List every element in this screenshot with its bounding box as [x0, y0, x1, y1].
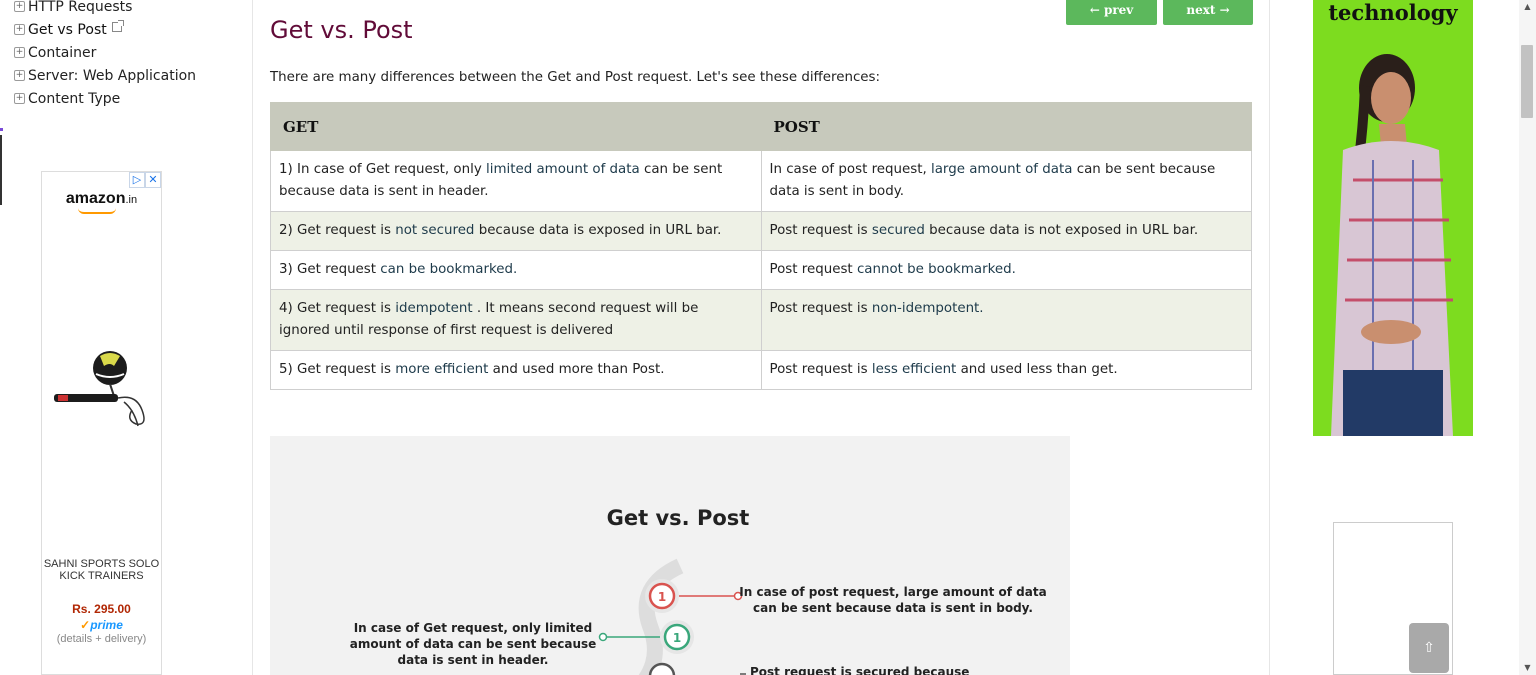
sidebar-marker	[0, 128, 3, 131]
page: + HTTP Requests + Get vs Post + Containe…	[0, 0, 1536, 675]
cell-highlight: secured	[871, 223, 925, 238]
sidebar-item-label: Server: Web Application	[28, 67, 197, 84]
sidebar-edge-bar	[0, 135, 2, 205]
ad-delivery[interactable]: (details + delivery)	[42, 633, 161, 645]
post-cell: Post request cannot be bookmarked.	[760, 250, 1252, 290]
product-image[interactable]	[52, 348, 154, 432]
infographic-get-text-1: In case of Get request, only limited amo…	[349, 621, 597, 667]
prime-badge: ✓prime	[42, 618, 161, 632]
expand-icon: +	[14, 24, 25, 35]
cell-text: 5) Get request is	[279, 362, 396, 377]
header-get: GET	[270, 102, 762, 151]
cell-highlight: can be bookmarked.	[380, 262, 518, 277]
scroll-thumb[interactable]	[1521, 45, 1533, 118]
get-cell: 5) Get request is more efficient and use…	[270, 350, 762, 390]
external-link-icon	[111, 19, 124, 32]
main-divider	[1269, 0, 1270, 675]
cell-text: because data is exposed in URL bar.	[474, 223, 722, 238]
cell-text: Post request is	[769, 223, 872, 238]
cell-highlight: more efficient	[395, 362, 489, 377]
expand-icon: +	[14, 93, 25, 104]
sidebar-item-label: Content Type	[28, 90, 121, 107]
cell-text: and used more than Post.	[488, 362, 665, 377]
cell-highlight: idempotent	[395, 301, 473, 316]
post-cell: Post request is less efficient and used …	[760, 350, 1252, 390]
sidebar-item-http-requests[interactable]: + HTTP Requests	[14, 0, 196, 18]
page-title: Get vs. Post	[270, 16, 413, 44]
cell-highlight: limited amount of data	[486, 162, 640, 177]
amazon-logo: amazon.in	[42, 190, 161, 208]
cell-highlight: less efficient	[871, 362, 957, 377]
expand-icon: +	[14, 47, 25, 58]
close-icon[interactable]: ✕	[145, 172, 161, 188]
post-cell: Post request is secured because data is …	[760, 211, 1252, 251]
cell-text: and used less than get.	[956, 362, 1118, 377]
sidebar-item-content-type[interactable]: + Content Type	[14, 87, 196, 110]
prev-button[interactable]: ← prev	[1066, 0, 1157, 25]
table-row: 4) Get request is idempotent . It means …	[270, 289, 1252, 351]
amazon-logo-text: amazon	[65, 190, 126, 207]
step-1-get: 1	[673, 631, 681, 645]
cell-highlight: not secured	[395, 223, 475, 238]
expand-icon: +	[14, 1, 25, 12]
sidebar-nav: + HTTP Requests + Get vs Post + Containe…	[14, 0, 196, 110]
cell-text: Post request is	[769, 301, 872, 316]
amazon-ad[interactable]: ▷ ✕ amazon.in SAHNI SPORTS SOLO KICK TRA…	[41, 171, 162, 675]
get-cell: 2) Get request is not secured because da…	[270, 211, 762, 251]
cell-highlight: non-idempotent.	[871, 301, 984, 316]
vertical-scrollbar[interactable]: ▲ ▼	[1519, 0, 1536, 675]
cell-text: 1) In case of Get request, only	[279, 162, 487, 177]
step-1-post: 1	[658, 590, 666, 604]
ad-price: Rs. 295.00	[72, 602, 131, 616]
cell-text: 3) Get request	[279, 262, 381, 277]
scroll-down-arrow-icon[interactable]: ▼	[1519, 661, 1536, 675]
scroll-up-arrow-icon[interactable]: ▲	[1519, 0, 1536, 14]
adchoices-icon[interactable]: ▷	[129, 172, 145, 188]
technology-ad[interactable]: technology	[1313, 0, 1473, 436]
intro-text: There are many differences between the G…	[270, 70, 881, 85]
post-cell: In case of post request, large amount of…	[760, 150, 1252, 212]
back-to-top-button[interactable]: ⇧	[1409, 623, 1449, 673]
sidebar-item-container[interactable]: + Container	[14, 41, 196, 64]
ad-controls: ▷ ✕	[129, 172, 161, 188]
expand-icon: +	[14, 70, 25, 81]
comparison-table: GET POST 1) In case of Get request, only…	[270, 102, 1252, 390]
header-post: POST	[760, 102, 1252, 151]
table-row: 5) Get request is more efficient and use…	[270, 350, 1252, 390]
amazon-smile-icon	[78, 208, 116, 214]
infographic-post-text-2: Post request is secured because	[750, 665, 970, 675]
cell-text: Post request	[769, 262, 857, 277]
sidebar-item-get-vs-post[interactable]: + Get vs Post	[14, 18, 196, 41]
next-button[interactable]: next →	[1163, 0, 1253, 25]
get-cell: 1) In case of Get request, only limited …	[270, 150, 762, 212]
post-cell: Post request is non-idempotent.	[760, 289, 1252, 351]
cell-text: Post request is	[769, 362, 872, 377]
sidebar-item-label: HTTP Requests	[28, 0, 133, 15]
cell-text: 2) Get request is	[279, 223, 396, 238]
table-row: 3) Get request can be bookmarked. Post r…	[270, 250, 1252, 290]
cell-highlight: large amount of data	[931, 162, 1073, 177]
sidebar-item-server-web-application[interactable]: + Server: Web Application	[14, 64, 196, 87]
cell-text: because data is not exposed in URL bar.	[924, 223, 1199, 238]
table-header-row: GET POST	[270, 102, 1252, 151]
prime-label: prime	[90, 618, 123, 632]
amazon-logo-suffix: .in	[125, 194, 138, 206]
table-row: 1) In case of Get request, only limited …	[270, 150, 1252, 212]
sidebar-item-label: Container	[28, 44, 97, 61]
ad-product-title[interactable]: SAHNI SPORTS SOLO KICK TRAINERS	[42, 558, 161, 582]
get-cell: 4) Get request is idempotent . It means …	[270, 289, 762, 351]
cell-text: 4) Get request is	[279, 301, 396, 316]
table-row: 2) Get request is not secured because da…	[270, 211, 1252, 251]
prime-check-icon: ✓	[80, 618, 91, 632]
sidebar-item-label: Get vs Post	[28, 21, 107, 38]
cell-highlight: cannot be bookmarked.	[856, 262, 1016, 277]
ad-person-image	[1331, 54, 1453, 436]
infographic-image: Get vs. Post 1 1 In case of post request…	[270, 436, 1070, 675]
cell-text: In case of post request,	[769, 162, 931, 177]
get-cell: 3) Get request can be bookmarked.	[270, 250, 762, 290]
infographic-post-text-1: In case of post request, large amount of…	[739, 585, 1047, 615]
